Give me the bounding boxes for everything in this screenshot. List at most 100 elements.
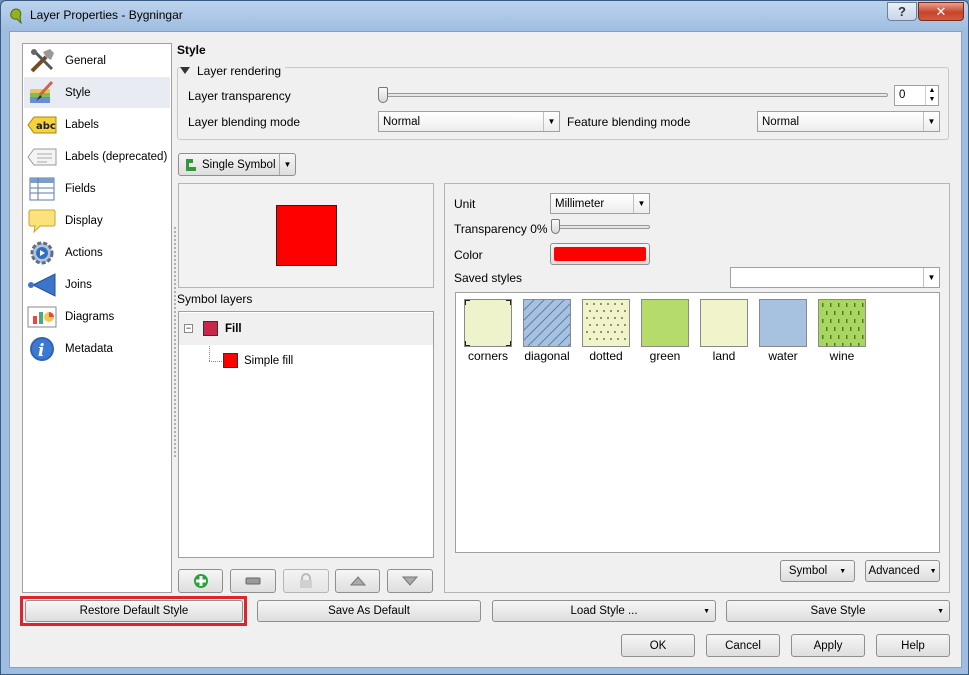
pattern-stroke — [822, 319, 824, 323]
chevron-down-icon: ▼ — [279, 154, 295, 175]
pattern-dot — [589, 324, 591, 326]
chevron-down-icon: ▼ — [937, 607, 944, 615]
arrow-up-icon — [349, 576, 366, 586]
pattern-stroke — [842, 327, 844, 331]
table-icon — [27, 175, 57, 203]
pattern-dot — [624, 324, 626, 326]
add-layer-button[interactable] — [178, 569, 223, 593]
nav-item-joins[interactable]: Joins — [24, 269, 170, 300]
gallery-item-land[interactable]: land — [696, 299, 752, 363]
gallery-item-green[interactable]: green — [637, 299, 693, 363]
swatch-preview — [759, 299, 807, 347]
pattern-stroke — [850, 327, 852, 331]
symbol-preview-swatch — [276, 205, 337, 266]
pattern-dot — [614, 317, 616, 319]
feature-blending-label: Feature blending mode — [567, 115, 691, 129]
move-up-button[interactable] — [335, 569, 380, 593]
ok-button[interactable]: OK — [621, 634, 695, 657]
gallery-item-wine[interactable]: wine — [814, 299, 870, 363]
apply-button[interactable]: Apply — [791, 634, 865, 657]
swatch-preview — [818, 299, 866, 347]
gallery-item-water[interactable]: water — [755, 299, 811, 363]
transparency-slider-handle[interactable] — [551, 219, 560, 234]
plus-icon — [193, 574, 208, 588]
pattern-stroke — [826, 311, 828, 315]
spin-arrows-icon[interactable]: ▲ ▼ — [925, 86, 938, 105]
pattern-dot — [621, 317, 623, 319]
pattern-stroke — [822, 335, 824, 339]
tree-row-simple-fill[interactable]: Simple fill — [223, 352, 423, 372]
swatch-preview — [700, 299, 748, 347]
pattern-dot — [600, 317, 602, 319]
nav-item-actions[interactable]: Actions — [24, 237, 170, 268]
qgis-logo-icon — [10, 8, 22, 24]
lock-layer-button[interactable] — [283, 569, 329, 593]
nav-item-labels-deprecated[interactable]: Labels (deprecated) — [24, 141, 170, 172]
pattern-dot — [603, 310, 605, 312]
nav-item-style[interactable]: Style — [24, 77, 170, 108]
collapse-box-icon[interactable]: − — [184, 324, 193, 333]
layer-blending-combo[interactable]: Normal ▼ — [378, 111, 560, 132]
feature-blending-combo[interactable]: Normal ▼ — [757, 111, 940, 132]
minus-icon — [245, 577, 261, 585]
pattern-stroke — [822, 303, 824, 307]
move-down-button[interactable] — [387, 569, 433, 593]
collapse-triangle-icon — [180, 67, 190, 74]
nav-item-diagrams[interactable]: Diagrams — [24, 301, 170, 332]
pattern-dot — [589, 310, 591, 312]
pattern-stroke — [862, 319, 864, 323]
nav-item-labels[interactable]: abc Labels — [24, 109, 170, 140]
splitter-handle[interactable] — [174, 227, 176, 457]
cancel-button[interactable]: Cancel — [706, 634, 780, 657]
pattern-stroke — [834, 343, 836, 346]
corners-pattern-icon — [465, 300, 511, 346]
tree-row-fill[interactable]: − Fill — [179, 313, 433, 345]
advanced-menu-button[interactable]: Advanced ▼ — [865, 560, 940, 582]
saved-styles-label: Saved styles — [454, 271, 523, 285]
color-label: Color — [454, 248, 483, 262]
symbol-menu-button[interactable]: Symbol ▼ — [780, 560, 855, 582]
tools-icon — [27, 47, 57, 75]
color-button[interactable] — [550, 243, 650, 265]
load-style-button[interactable]: Load Style ... ▼ — [492, 600, 716, 622]
simple-fill-swatch-icon — [223, 353, 238, 368]
pattern-stroke — [842, 311, 844, 315]
pattern-stroke — [826, 327, 828, 331]
help-button[interactable]: Help — [876, 634, 950, 657]
save-style-button[interactable]: Save Style ▼ — [726, 600, 950, 622]
layer-transparency-spinbox[interactable]: 0 ▲ ▼ — [894, 85, 939, 106]
layer-transparency-slider-handle[interactable] — [378, 87, 388, 103]
layer-rendering-toggle[interactable]: Layer rendering — [180, 64, 286, 78]
dotted-pattern-icon — [586, 303, 626, 340]
layer-transparency-slider-track[interactable] — [378, 93, 888, 97]
pattern-stroke — [854, 303, 856, 307]
title-help-button[interactable]: ? — [887, 2, 917, 21]
tree-connector — [209, 361, 222, 362]
layer-properties-window: Layer Properties - Bygningar ? ✕ General… — [0, 0, 969, 675]
title-bar: Layer Properties - Bygningar ? ✕ — [1, 1, 968, 31]
gallery-item-dotted[interactable]: dotted — [578, 299, 634, 363]
title-close-button[interactable]: ✕ — [918, 2, 964, 21]
unit-combo[interactable]: Millimeter ▼ — [550, 193, 650, 214]
pattern-dot — [621, 331, 623, 333]
pattern-dot — [600, 303, 602, 305]
pattern-dot — [607, 303, 609, 305]
gallery-item-corners[interactable]: corners — [460, 299, 516, 363]
remove-layer-button[interactable] — [230, 569, 276, 593]
page-title: Style — [177, 43, 206, 57]
nav-item-metadata[interactable]: i Metadata — [24, 333, 170, 364]
pattern-stroke — [858, 311, 860, 315]
pattern-stroke — [850, 311, 852, 315]
pattern-stroke — [850, 343, 852, 346]
saved-styles-combo[interactable]: ▼ — [730, 267, 940, 288]
nav-item-fields[interactable]: Fields — [24, 173, 170, 204]
gallery-item-diagonal[interactable]: diagonal — [519, 299, 575, 363]
diagram-icon — [27, 303, 57, 331]
pattern-dot — [603, 338, 605, 340]
fill-swatch-icon — [203, 321, 218, 336]
renderer-type-button[interactable]: Single Symbol ▼ — [178, 153, 296, 176]
nav-item-general[interactable]: General — [24, 45, 170, 76]
transparency-slider-track[interactable] — [551, 225, 650, 229]
nav-item-display[interactable]: Display — [24, 205, 170, 236]
save-as-default-button[interactable]: Save As Default — [257, 600, 481, 622]
